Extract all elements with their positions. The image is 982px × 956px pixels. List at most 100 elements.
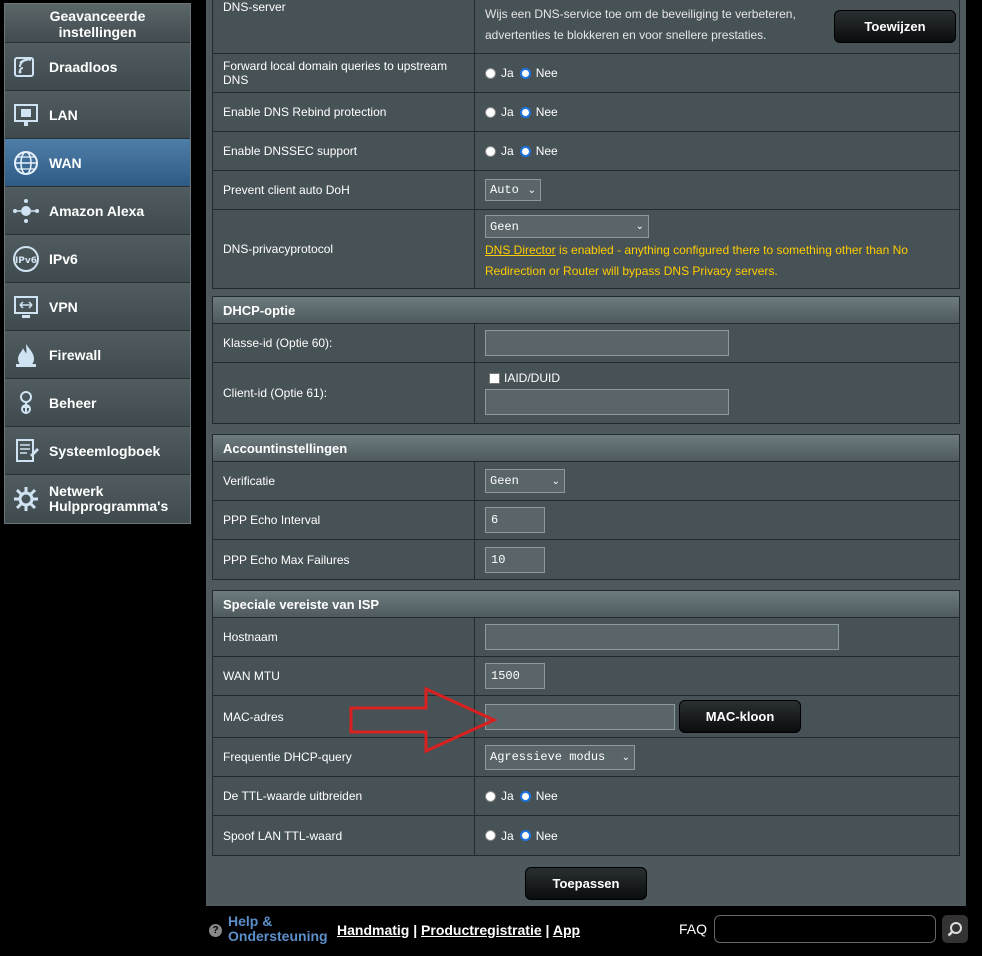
dhcp-option-title: DHCP-optie [213, 297, 959, 324]
verification-select[interactable]: Geen ⌄ [485, 469, 565, 493]
sidebar-item-wan[interactable]: WAN [5, 139, 190, 187]
dnssec-yes-radio[interactable]: Ja [485, 144, 514, 158]
dns-privacy-row: DNS-privacyprotocol Geen ⌄ DNS Director i… [213, 210, 959, 288]
faq-label: FAQ [679, 921, 708, 937]
class-id-label: Klasse-id (Optie 60): [213, 324, 475, 362]
sidebar-item-ipv6[interactable]: IPv6 IPv6 [5, 235, 190, 283]
forward-yes-radio[interactable]: Ja [485, 66, 514, 80]
sidebar-item-systeemlogboek[interactable]: Systeemlogboek [5, 427, 190, 475]
dns-settings-table: DNS-server Wijs een DNS-service toe om d… [212, 0, 960, 289]
sidebar-item-amazon-alexa[interactable]: Amazon Alexa [5, 187, 190, 235]
wan-mtu-row: WAN MTU 1500 [213, 657, 959, 696]
spoof-ttl-value: Ja Nee [475, 816, 959, 855]
red-arrow-annotation [349, 686, 498, 754]
sidebar-item-lan[interactable]: LAN [5, 91, 190, 139]
dnssec-label: Enable DNSSEC support [213, 132, 475, 170]
dns-server-label: DNS-server [213, 0, 475, 53]
account-settings-table: Accountinstellingen Verificatie Geen ⌄ PP… [212, 434, 960, 580]
dns-server-desc-line2: advertenties te blokkeren en voor snelle… [485, 28, 767, 42]
app-link[interactable]: App [553, 922, 580, 938]
sidebar-item-label: LAN [49, 106, 78, 123]
hostname-value [475, 618, 959, 656]
sidebar-item-label-line1: Netwerk [49, 483, 104, 499]
globe-icon [11, 148, 41, 178]
dhcp-query-frequency-select-value: Agressieve modus [490, 750, 606, 764]
chevron-down-icon: ⌄ [635, 221, 644, 232]
radio-no-label: Nee [535, 144, 558, 158]
sidebar-header: Geavanceerde instellingen [5, 4, 190, 43]
sidebar-item-netwerk-tools[interactable]: Netwerk Hulpprogramma's [5, 475, 190, 523]
iaid-duid-checkbox[interactable]: IAID/DUID [489, 371, 560, 385]
footer: ? Help & Ondersteuning Handmatig | Produ… [206, 906, 982, 956]
dhcp-option-table: DHCP-optie Klasse-id (Optie 60): Client-… [212, 296, 960, 424]
ttl-no-radio[interactable]: Nee [519, 789, 558, 803]
dns-privacy-select[interactable]: Geen ⌄ [485, 215, 649, 238]
client-id-value: IAID/DUID [475, 363, 959, 423]
mac-address-input[interactable] [485, 703, 675, 730]
echo-max-failures-input[interactable]: 10 [485, 546, 545, 573]
client-id-label: Client-id (Optie 61): [213, 363, 475, 423]
help-icon: ? [209, 924, 222, 937]
admin-icon [11, 388, 41, 418]
sidebar-item-label: Beheer [49, 394, 97, 411]
dns-privacy-label: DNS-privacyprotocol [213, 210, 475, 288]
client-id-input[interactable] [485, 389, 729, 415]
lan-icon [11, 100, 41, 130]
sidebar-item-draadloos[interactable]: Draadloos [5, 43, 190, 91]
dnssec-no-radio[interactable]: Nee [519, 144, 558, 158]
spoof-ttl-label: Spoof LAN TTL-waard [213, 816, 475, 855]
ttl-yes-radio[interactable]: Ja [485, 789, 514, 803]
dhcp-query-frequency-select[interactable]: Agressieve modus ⌄ [485, 744, 635, 770]
sidebar-item-label: WAN [49, 154, 82, 171]
rebind-no-radio[interactable]: Nee [519, 105, 558, 119]
sidebar-item-beheer[interactable]: Beheer [5, 379, 190, 427]
sidebar-item-label: Amazon Alexa [49, 202, 145, 219]
hostname-input[interactable] [485, 624, 839, 650]
sidebar-item-label: IPv6 [49, 250, 78, 267]
class-id-value [475, 324, 959, 362]
faq-search-input[interactable] [714, 915, 936, 943]
ipv6-icon: IPv6 [11, 244, 41, 274]
apply-button[interactable]: Toepassen [525, 867, 647, 900]
dns-server-description: Wijs een DNS-service toe om de beveiligi… [485, 4, 796, 46]
dnssec-value: Ja Nee [475, 132, 959, 170]
sidebar-item-firewall[interactable]: Firewall [5, 331, 190, 379]
radio-yes-label: Ja [501, 144, 514, 158]
sidebar-item-label: VPN [49, 298, 78, 315]
fire-icon [11, 340, 41, 370]
echo-interval-input[interactable]: 6 [485, 507, 545, 533]
mac-address-value: MAC-kloon [475, 696, 959, 737]
radio-yes-label: Ja [501, 66, 514, 80]
assign-dns-button[interactable]: Toewijzen [834, 10, 956, 43]
mac-clone-button[interactable]: MAC-kloon [679, 700, 801, 733]
router-settings-page: Geavanceerde instellingen Draadloos LAN … [0, 0, 982, 956]
class-id-input[interactable] [485, 330, 729, 356]
product-registration-link[interactable]: Productregistratie [421, 922, 542, 938]
extend-ttl-row: De TTL-waarde uitbreiden Ja Nee [213, 777, 959, 816]
chevron-down-icon: ⌄ [621, 751, 630, 763]
separator: | [545, 922, 550, 938]
spoof-yes-radio[interactable]: Ja [485, 829, 514, 843]
sidebar-item-vpn[interactable]: VPN [5, 283, 190, 331]
radio-circle-selected [519, 145, 531, 157]
search-icon[interactable] [942, 915, 968, 943]
help-support-link[interactable]: Help & Ondersteuning [228, 914, 328, 944]
spoof-no-radio[interactable]: Nee [519, 828, 558, 843]
echo-max-failures-label: PPP Echo Max Failures [213, 540, 475, 579]
forward-no-radio[interactable]: Nee [519, 66, 558, 80]
sidebar-item-label-line2: Hulpprogramma's [49, 498, 169, 514]
dhcp-query-frequency-value: Agressieve modus ⌄ [475, 738, 959, 776]
iaid-duid-label: IAID/DUID [504, 371, 561, 385]
rebind-yes-radio[interactable]: Ja [485, 105, 514, 119]
radio-circle [485, 145, 496, 157]
radio-no-label: Nee [535, 828, 558, 843]
manual-link[interactable]: Handmatig [337, 922, 409, 938]
echo-interval-value: 6 [475, 501, 959, 539]
radio-no-label: Nee [535, 789, 558, 803]
radio-circle [485, 830, 496, 841]
prevent-doh-label: Prevent client auto DoH [213, 171, 475, 209]
doh-select[interactable]: Auto ⌄ [485, 179, 541, 201]
extend-ttl-label: De TTL-waarde uitbreiden [213, 777, 475, 815]
sidebar-item-label: Draadloos [49, 58, 118, 75]
dns-director-link[interactable]: DNS Director [485, 243, 556, 257]
